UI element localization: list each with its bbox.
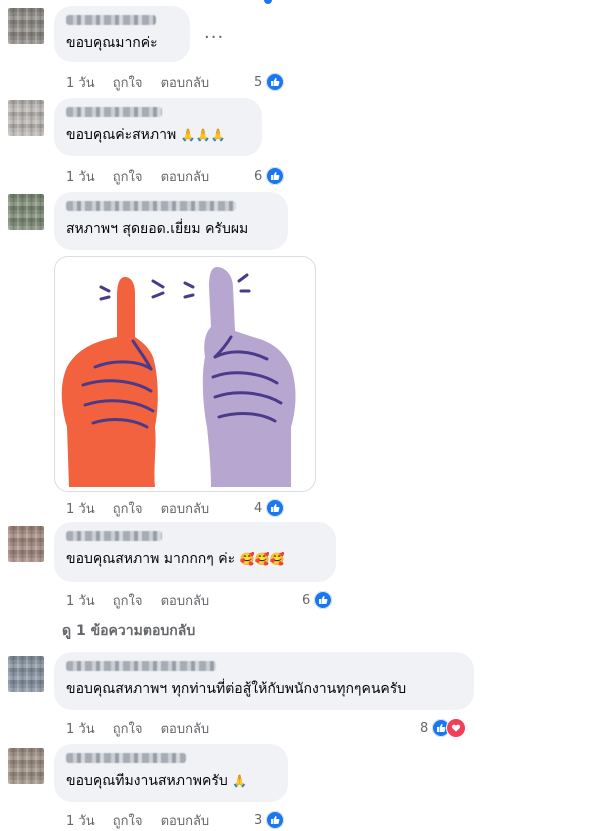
like-link[interactable]: ถูกใจ [113,166,143,187]
reply-link[interactable]: ตอบกลับ [161,166,210,187]
comment-age[interactable]: 1 วัน [66,590,95,611]
comment-age[interactable]: 1 วัน [66,498,95,519]
lavender-thumb-hand [202,267,296,487]
like-link[interactable]: ถูกใจ [113,718,143,739]
comment-bubble: ขอบคุณทีมงานสหภาพครับ 🙏 [54,744,288,802]
reply-link[interactable]: ตอบกลับ [161,498,210,519]
comment-bubble: ขอบคุณสหภาพ มากกกๆ ค่ะ 🥰🥰🥰 [54,522,336,582]
comment-text: ขอบคุณค่ะสหภาพ 🙏🙏🙏 [66,127,226,143]
comment-actions: 1 วัน ถูกใจ ตอบกลับ [66,810,209,831]
reply-link[interactable]: ตอบกลับ [161,810,210,831]
avatar[interactable] [8,8,44,44]
reaction-count[interactable]: 6 [254,166,286,186]
comment-age[interactable]: 1 วัน [66,718,95,739]
reply-link[interactable]: ตอบกลับ [161,590,210,611]
comment-actions: 1 วัน ถูกใจ ตอบกลับ [66,498,209,519]
comment-age[interactable]: 1 วัน [66,810,95,831]
reaction-fragment [264,0,272,4]
reply-link[interactable]: ตอบกลับ [161,718,210,739]
like-icon [265,166,286,186]
love-icon [446,718,467,738]
comment-text: สหภาพฯ สุดยอด.เยี่ยม ครับผม [66,221,249,237]
comment-text: ขอบคุณมากค่ะ [66,35,158,51]
commenter-name[interactable] [66,201,236,211]
like-link[interactable]: ถูกใจ [113,590,143,611]
more-options-icon[interactable]: ... [204,22,224,43]
avatar[interactable] [8,194,44,230]
comment-bubble: ขอบคุณค่ะสหภาพ 🙏🙏🙏 [54,98,262,156]
thumbs-up-sticker[interactable] [54,256,316,492]
comment-bubble: ขอบคุณมากค่ะ [54,6,190,62]
reply-link[interactable]: ตอบกลับ [161,72,210,93]
like-link[interactable]: ถูกใจ [113,72,143,93]
comment-text: ขอบคุณสหภาพฯ ทุกท่านที่ต่อสู้ให้กับพนักง… [66,681,407,697]
commenter-name[interactable] [66,753,186,763]
avatar[interactable] [8,100,44,136]
like-icon [265,72,286,92]
commenter-name[interactable] [66,15,156,25]
orange-thumb-hand [61,277,158,487]
comment-text: ขอบคุณทีมงานสหภาพครับ 🙏 [66,773,248,789]
view-replies-link[interactable]: ดู 1 ข้อความตอบกลับ [62,620,195,642]
like-icon [265,810,286,830]
reaction-count[interactable]: 5 [254,72,286,92]
comment-bubble: สหภาพฯ สุดยอด.เยี่ยม ครับผม [54,192,288,250]
comment-bubble: ขอบคุณสหภาพฯ ทุกท่านที่ต่อสู้ให้กับพนักง… [54,652,474,710]
like-link[interactable]: ถูกใจ [113,498,143,519]
reaction-number: 8 [420,720,429,736]
comment-actions: 1 วัน ถูกใจ ตอบกลับ [66,718,209,739]
commenter-name[interactable] [66,531,162,541]
reaction-number: 6 [254,168,263,184]
reaction-number: 3 [254,812,263,828]
like-icon [265,498,286,518]
comment-actions: 1 วัน ถูกใจ ตอบกลับ [66,590,209,611]
prayer-emoji: 🙏 [232,774,248,788]
comment-actions: 1 วัน ถูกใจ ตอบกลับ [66,166,209,187]
comment-actions: 1 วัน ถูกใจ ตอบกลับ [66,72,209,93]
commenter-name[interactable] [66,661,216,671]
avatar[interactable] [8,656,44,692]
smiling-hearts-emoji: 🥰🥰🥰 [239,552,285,566]
like-link[interactable]: ถูกใจ [113,810,143,831]
comment-age[interactable]: 1 วัน [66,72,95,93]
reaction-number: 6 [302,592,311,608]
reaction-count[interactable]: 6 [302,590,334,610]
avatar[interactable] [8,748,44,784]
reaction-number: 4 [254,500,263,516]
reaction-count[interactable]: 8 [420,718,467,738]
reaction-count[interactable]: 4 [254,498,286,518]
avatar[interactable] [8,526,44,562]
comment-text: ขอบคุณสหภาพ มากกกๆ ค่ะ 🥰🥰🥰 [66,551,285,567]
prayer-emoji: 🙏🙏🙏 [180,128,226,142]
reaction-count[interactable]: 3 [254,810,286,830]
comment-age[interactable]: 1 วัน [66,166,95,187]
like-icon [313,590,334,610]
reaction-number: 5 [254,74,263,90]
commenter-name[interactable] [66,107,162,117]
